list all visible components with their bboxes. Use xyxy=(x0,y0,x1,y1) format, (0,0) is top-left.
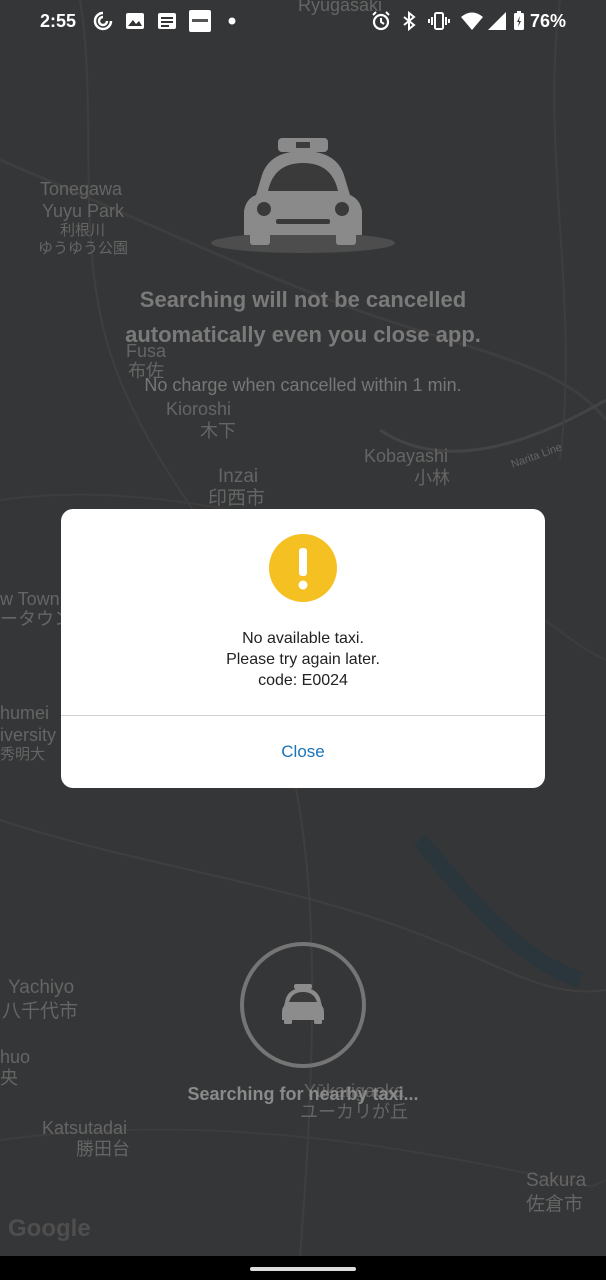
headline-line: automatically even you close app. xyxy=(125,322,481,347)
warning-icon xyxy=(269,534,337,602)
dialog-message-line: Please try again later. xyxy=(226,651,380,668)
cancel-policy-text: No charge when cancelled within 1 min. xyxy=(144,375,462,395)
signal-icon xyxy=(488,12,506,30)
image-icon xyxy=(126,13,144,29)
home-gesture-handle[interactable] xyxy=(250,1267,356,1271)
error-code: code: E0024 xyxy=(258,672,348,689)
search-notice-headline: Searching will not be cancelled automati… xyxy=(40,282,566,352)
searching-status-text: Searching for nearby taxi... xyxy=(187,1084,419,1104)
battery-icon xyxy=(514,11,524,30)
close-button[interactable]: Close xyxy=(61,716,545,788)
navigation-bar xyxy=(0,1256,606,1280)
dot-icon xyxy=(228,17,236,25)
notes-icon xyxy=(158,13,176,29)
wifi-icon xyxy=(461,12,483,30)
headline-line: Searching will not be cancelled xyxy=(139,287,467,312)
vibrate-icon xyxy=(428,12,450,30)
taxi-small-icon xyxy=(282,984,324,1024)
bluetooth-icon xyxy=(403,10,416,32)
dialog-message: No available taxi. Please try again late… xyxy=(61,628,545,691)
alarm-icon xyxy=(372,11,390,31)
error-dialog: No available taxi. Please try again late… xyxy=(61,509,545,788)
data-saver-icon xyxy=(93,11,113,31)
battery-percent: 76% xyxy=(530,11,567,31)
status-bar: 2:55 76% xyxy=(0,0,606,44)
taxi-icon xyxy=(211,138,395,253)
app-icon xyxy=(189,10,211,32)
searching-spinner xyxy=(240,942,366,1068)
status-time: 2:55 xyxy=(40,11,77,31)
dialog-message-line: No available taxi. xyxy=(242,630,364,647)
